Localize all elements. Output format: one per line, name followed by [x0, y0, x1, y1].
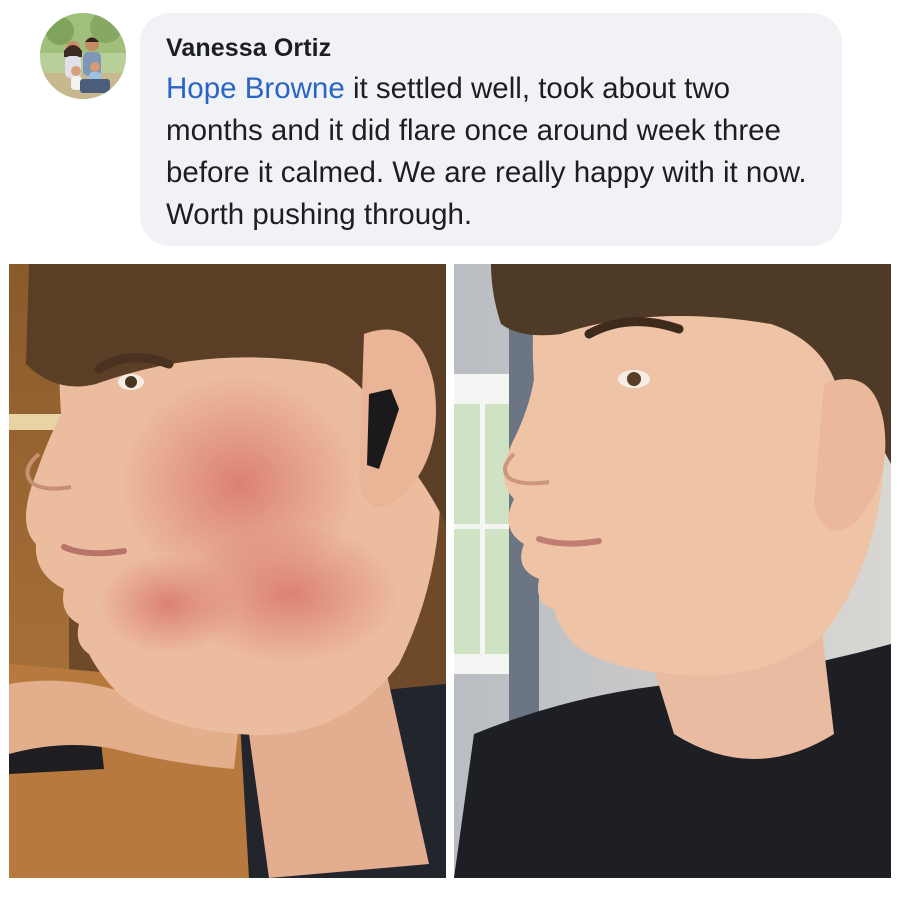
- before-photo[interactable]: [9, 264, 446, 878]
- comment-author-name[interactable]: Vanessa Ortiz: [166, 31, 818, 65]
- comment-text: Hope Browne it settled well, took about …: [166, 68, 821, 236]
- comment-post: Vanessa Ortiz Hope Browne it settled wel…: [0, 0, 900, 900]
- comment-bubble: Vanessa Ortiz Hope Browne it settled wel…: [140, 13, 842, 246]
- mention-link[interactable]: Hope Browne: [166, 72, 345, 105]
- before-photo-face-side-profile-rash-icon: [9, 264, 446, 878]
- family-photo-avatar-icon: [40, 13, 126, 99]
- after-photo[interactable]: [454, 264, 891, 878]
- author-avatar[interactable]: [40, 13, 126, 99]
- after-photo-face-side-profile-clear-icon: [454, 264, 891, 878]
